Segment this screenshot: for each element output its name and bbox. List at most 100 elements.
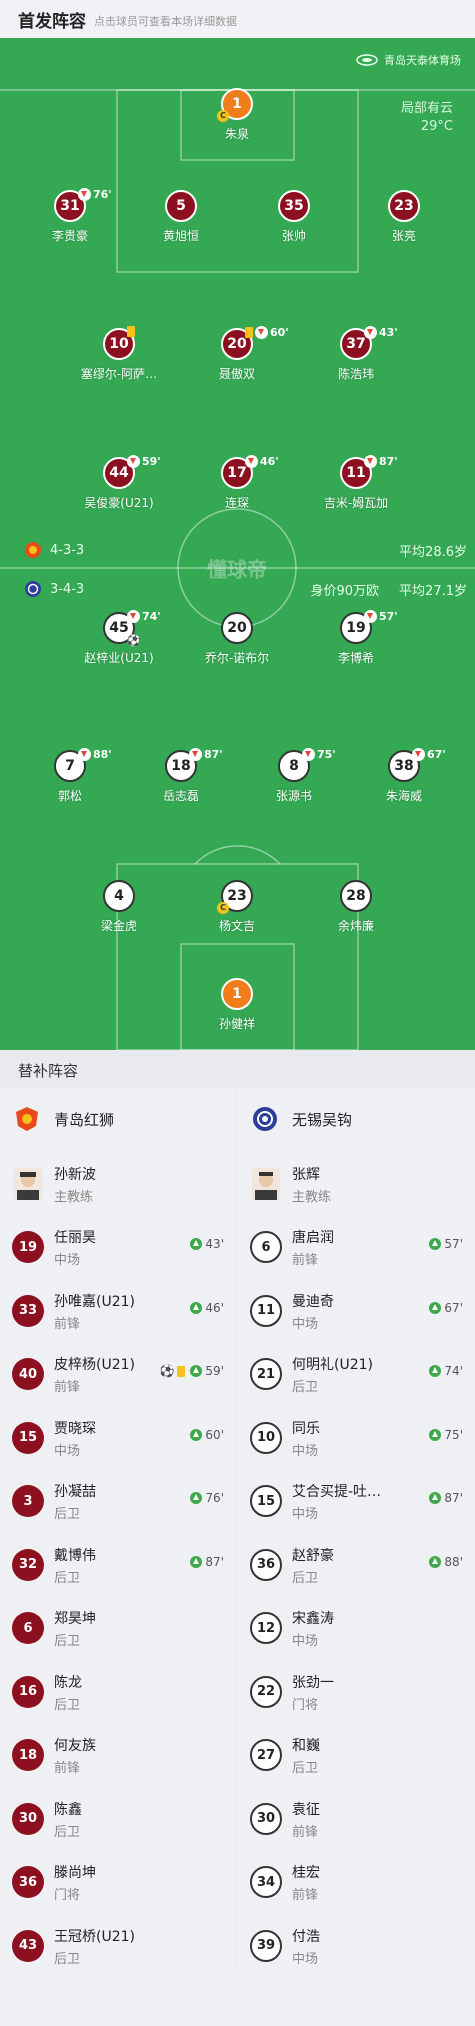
- player-home[interactable]: 10 塞缪尔-阿萨…: [59, 326, 179, 382]
- player-name: 陈鑫: [54, 1801, 82, 1818]
- home-team-header[interactable]: 青岛红狮: [0, 1088, 236, 1152]
- away-avg-age: 平均27.1岁: [399, 584, 467, 599]
- player-name: 滕尚坤: [54, 1865, 96, 1881]
- sub-in-icon: [190, 1555, 203, 1568]
- shirt-number: 21: [250, 1358, 282, 1390]
- player-name: 孙健祥: [218, 1017, 255, 1031]
- shirt-number: 19: [12, 1231, 44, 1263]
- player-home[interactable]: 23 张亮: [344, 190, 464, 244]
- sub-in-icon: [429, 1365, 442, 1377]
- sub-player-row[interactable]: 11 曼迪奇 中场 67': [238, 1279, 475, 1342]
- sub-player-row[interactable]: 18 何友族 前锋: [0, 1723, 236, 1787]
- sub-player-row[interactable]: 16 陈龙 后卫: [0, 1660, 236, 1723]
- player-away[interactable]: 45 74' ⚽ 赵梓业(U21): [59, 610, 179, 666]
- sub-player-row[interactable]: 21 何明礼(U21) 后卫 74': [238, 1342, 475, 1406]
- player-home-gk[interactable]: 1C 朱泉: [177, 88, 297, 142]
- shirt-number: 4: [114, 888, 124, 904]
- sub-in-marker: 74': [429, 1364, 463, 1378]
- player-name: 艾合买提-吐…: [292, 1484, 382, 1500]
- player-home[interactable]: 35 张帅: [234, 190, 354, 244]
- sub-player-row[interactable]: 15 贾晓琛 中场 60': [0, 1406, 236, 1469]
- sub-out-icon: [78, 188, 91, 201]
- player-home[interactable]: 11 87' 吉米-姆瓦加: [296, 455, 416, 511]
- sub-in-minute: 87': [444, 1491, 463, 1505]
- player-home[interactable]: 37 43' 陈浩玮: [296, 326, 416, 382]
- player-position: 后卫: [54, 1824, 81, 1840]
- coach-role: 主教练: [292, 1189, 332, 1205]
- sub-player-row[interactable]: 19 任丽昊 中场 43': [0, 1215, 236, 1279]
- venue: 青岛天泰体育场: [356, 52, 461, 68]
- player-away[interactable]: 28 余炜廉: [296, 880, 416, 934]
- sub-player-row[interactable]: 36 赵舒豪 后卫 88': [238, 1533, 475, 1596]
- sub-out-icon: [364, 610, 377, 623]
- player-away[interactable]: 23 C 杨文吉: [177, 880, 297, 934]
- sub-out-icon: [302, 748, 315, 761]
- player-name: 吴俊豪(U21): [84, 496, 154, 510]
- sub-player-row[interactable]: 32 戴博伟 后卫 87': [0, 1533, 236, 1596]
- player-position: 中场: [292, 1634, 319, 1649]
- sub-player-row[interactable]: 40 皮梓杨(U21) 前锋 ⚽ 59': [0, 1342, 236, 1406]
- player-away-gk[interactable]: 1 孙健祥: [177, 978, 297, 1032]
- player-name: 李贵豪: [51, 229, 88, 243]
- away-coach-row[interactable]: 张辉 主教练: [238, 1152, 475, 1215]
- home-coach-row[interactable]: 孙新波 主教练: [0, 1152, 236, 1215]
- sub-player-row[interactable]: 33 孙唯嘉(U21) 前锋 46': [0, 1279, 236, 1342]
- player-position: 中场: [292, 1951, 319, 1967]
- sub-player-row[interactable]: 34 桂宏 前锋: [238, 1850, 475, 1914]
- player-name: 王冠桥(U21): [54, 1928, 135, 1945]
- player-position: 门将: [292, 1697, 319, 1713]
- shirt-number: 1: [232, 96, 242, 112]
- sub-out-icon: [127, 455, 140, 468]
- player-name: 聂傲双: [218, 367, 255, 381]
- player-away[interactable]: 20 乔尔-诺布尔: [177, 612, 297, 666]
- player-home[interactable]: 5 黄旭恒: [121, 190, 241, 244]
- player-away[interactable]: 19 57' 李博希: [296, 610, 416, 666]
- player-name: 余炜廉: [337, 919, 374, 933]
- sub-player-row[interactable]: 39 付浩 中场: [238, 1914, 475, 1977]
- away-team-header[interactable]: 无锡吴钩: [238, 1088, 475, 1152]
- goal-ball-icon: ⚽: [159, 1364, 175, 1378]
- sub-player-row[interactable]: 10 同乐 中场 75': [238, 1406, 475, 1469]
- player-position: 前锋: [292, 1253, 319, 1268]
- sub-player-row[interactable]: 30 陈鑫后卫: [0, 1787, 236, 1850]
- sub-player-row[interactable]: 36 滕尚坤 门将: [0, 1850, 236, 1914]
- player-away[interactable]: 18 87' 岳志磊: [121, 748, 241, 804]
- player-away[interactable]: 7 88' 郭松: [10, 748, 130, 804]
- sub-in-minute: 59': [205, 1364, 224, 1378]
- player-position: 后卫: [54, 1570, 81, 1586]
- player-name: 张帅: [281, 229, 306, 243]
- sub-in-minute: 75': [444, 1427, 463, 1442]
- sub-in-icon: [429, 1428, 442, 1441]
- shirt-number: 12: [250, 1612, 282, 1644]
- player-away[interactable]: 38 67' 朱海威: [344, 748, 464, 804]
- sub-in-icon: [190, 1365, 203, 1377]
- player-position: 中场: [54, 1253, 81, 1268]
- player-home[interactable]: 17 46' 连琛: [177, 455, 297, 511]
- sub-out-icon: [245, 455, 258, 468]
- player-name: 连琛: [224, 496, 249, 510]
- player-name: 郭松: [57, 789, 82, 803]
- player-home[interactable]: 31 76' 李贵豪: [10, 188, 130, 244]
- player-away[interactable]: 8 75' 张源书: [234, 748, 354, 804]
- sub-player-row[interactable]: 27 和巍 后卫: [238, 1723, 475, 1787]
- player-position: 前锋: [54, 1316, 81, 1332]
- player-away[interactable]: 4 梁金虎: [59, 880, 179, 934]
- shirt-number: 30: [12, 1802, 44, 1835]
- sub-out-icon: [364, 326, 377, 339]
- sub-player-row[interactable]: 3 孙凝喆 后卫 76': [0, 1469, 236, 1533]
- sub-player-row[interactable]: 22 张劲一 门将: [238, 1660, 475, 1723]
- sub-player-row[interactable]: 15 艾合买提-吐… 中场 87': [238, 1469, 475, 1533]
- sub-player-row[interactable]: 43 王冠桥(U21) 后卫: [0, 1914, 236, 1977]
- sub-player-row[interactable]: 6 郑昊坤 后卫: [0, 1596, 236, 1660]
- player-position: 中场: [292, 1507, 319, 1522]
- sub-player-row[interactable]: 12 宋鑫涛 中场: [238, 1596, 475, 1660]
- player-name: 唐启润: [292, 1230, 334, 1246]
- player-home[interactable]: 20 60' 聂傲双: [177, 326, 297, 382]
- sub-player-row[interactable]: 30 袁征 前锋: [238, 1787, 475, 1850]
- venue-name: 青岛天泰体育场: [384, 54, 461, 67]
- qingdao-logo-icon: [25, 542, 41, 558]
- player-home[interactable]: 44 59' 吴俊豪(U21): [59, 455, 179, 511]
- sub-player-row[interactable]: 6 唐启润 前锋 57': [238, 1215, 475, 1279]
- player-name: 孙唯嘉(U21): [54, 1293, 135, 1310]
- player-position: 前锋: [292, 1824, 319, 1840]
